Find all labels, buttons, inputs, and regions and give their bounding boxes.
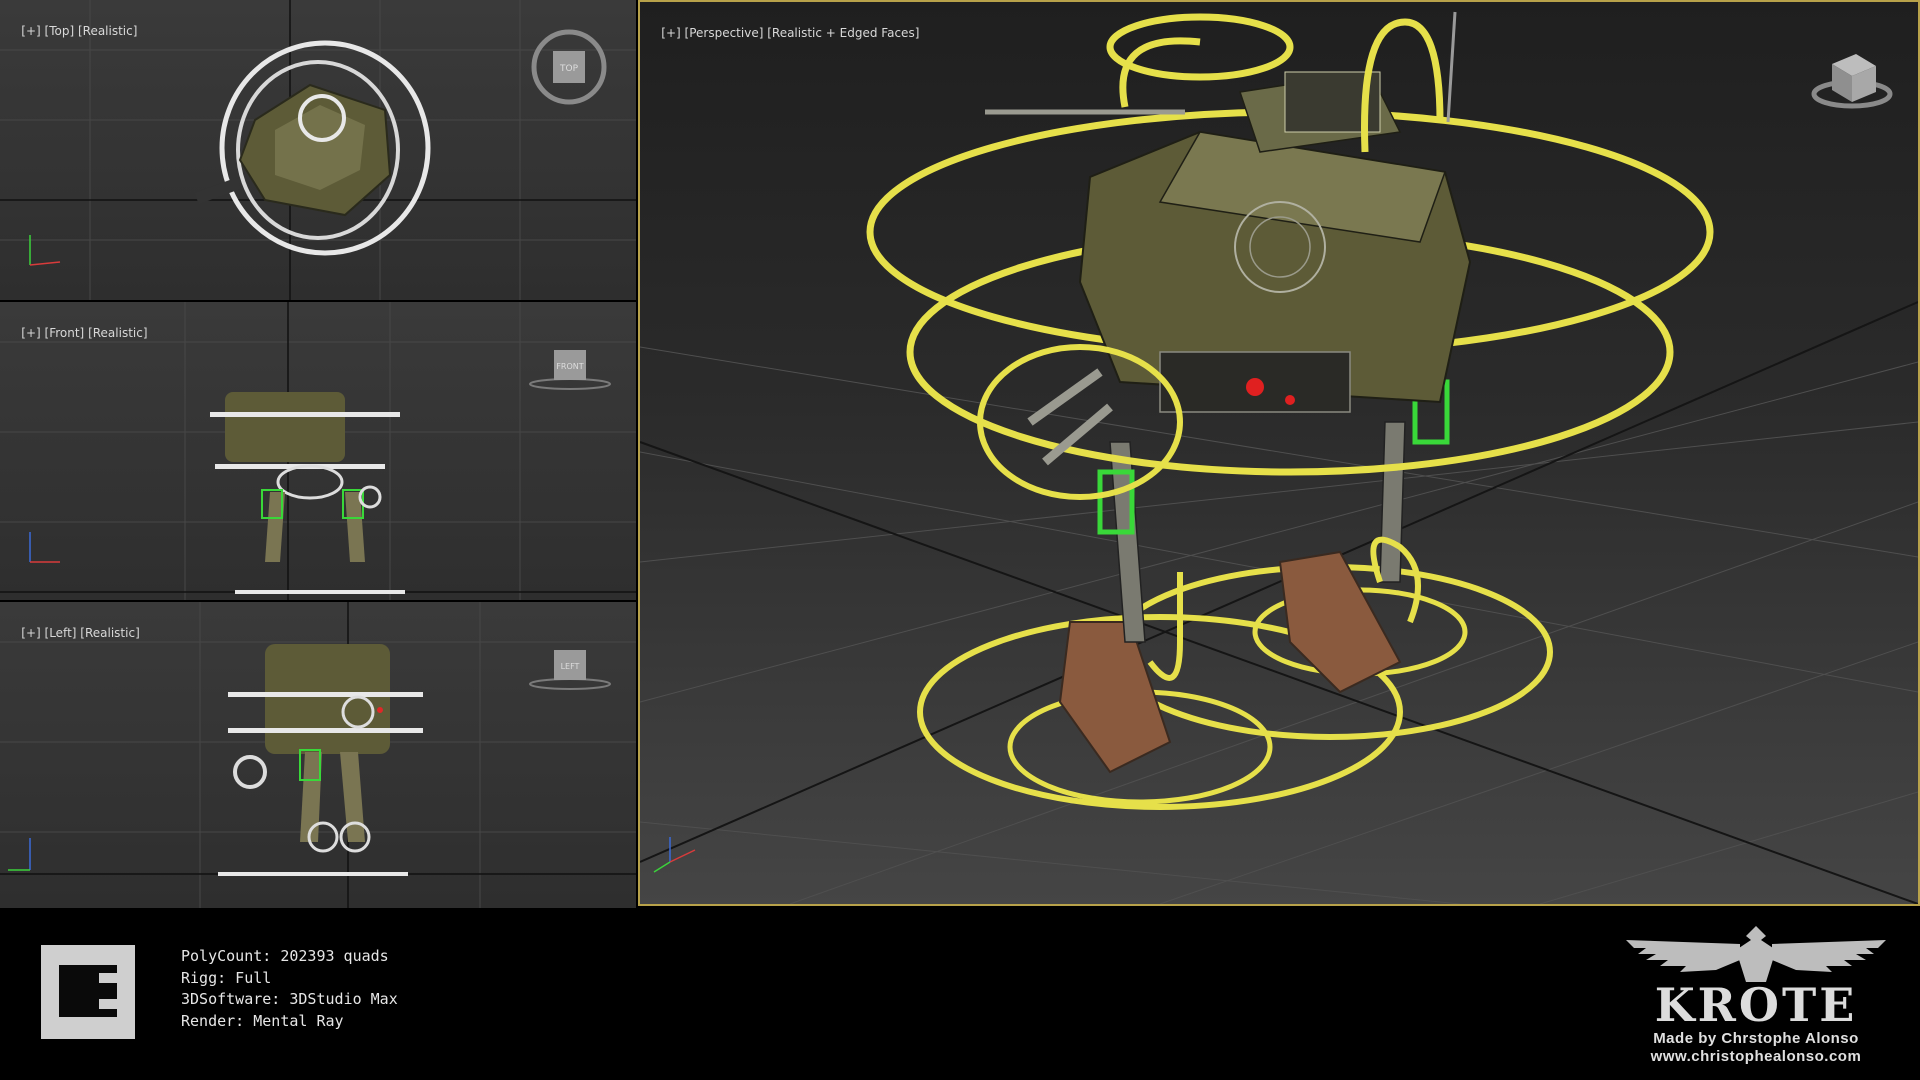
viewport-shading-button[interactable]: [Realistic]	[88, 326, 147, 340]
author-credit: Made by Chrstophe Alonso	[1653, 1030, 1859, 1047]
view-cube-icon[interactable]	[1810, 42, 1894, 114]
viewport-shading-button[interactable]: [Realistic]	[78, 24, 137, 38]
viewport-menu-button[interactable]: [+]	[661, 26, 680, 40]
polycount-text: PolyCount: 202393 quads	[181, 947, 389, 965]
viewport-menu-button[interactable]: [+]	[21, 326, 40, 340]
viewport-view-button[interactable]: [Front]	[45, 326, 85, 340]
viewport-view-button[interactable]: [Top]	[45, 24, 75, 38]
viewport-left-label: [+] [Left] [Realistic]	[6, 612, 140, 654]
viewport-shading-button[interactable]: [Realistic]	[80, 626, 139, 640]
render-text: Render: Mental Ray	[181, 1011, 344, 1030]
view-cube-icon[interactable]: TOP	[530, 28, 608, 106]
axis-tripod-icon	[8, 838, 31, 871]
axis-tripod-icon	[653, 837, 696, 873]
perspective-grid	[640, 346, 1918, 904]
viewport-perspective-canvas	[640, 11, 1918, 904]
viewport-front-label: [+] [Front] [Realistic]	[6, 312, 147, 354]
viewport-menu-button[interactable]: [+]	[21, 626, 40, 640]
author-logo-icon	[41, 945, 135, 1039]
axis-tripod-icon	[29, 532, 60, 563]
view-cube-label: TOP	[559, 64, 579, 74]
viewport-left[interactable]: [+] [Left] [Realistic] LEFT	[0, 602, 636, 908]
viewport-perspective-label: [+] [Perspective] [Realistic + Edged Fac…	[646, 12, 919, 54]
viewport-menu-button[interactable]: [+]	[21, 24, 40, 38]
viewport-view-button[interactable]: [Left]	[45, 626, 77, 640]
brand-block: KROTE Made by Chrstophe Alonso www.chris…	[1616, 920, 1896, 1070]
viewport-perspective[interactable]: [+] [Perspective] [Realistic + Edged Fac…	[638, 0, 1920, 906]
robot-front-model	[210, 392, 405, 594]
viewport-front[interactable]: [+] [Front] [Realistic] FRONT	[0, 302, 636, 600]
author-website-link[interactable]: www.christophealonso.com	[1616, 1048, 1896, 1065]
brand-title: KROTE	[1654, 978, 1858, 1032]
viewport-top[interactable]: [+] [Top] [Realistic] TOP	[0, 0, 636, 300]
view-cube-icon[interactable]: FRONT	[528, 346, 612, 392]
robot-top-model	[194, 40, 431, 256]
view-cube-label: LEFT	[561, 662, 580, 671]
viewport-shading-button[interactable]: [Realistic + Edged Faces]	[767, 26, 919, 40]
robot-perspective-model	[866, 11, 1714, 810]
rig-text: Rigg: Full	[181, 968, 272, 987]
eagle-emblem-icon	[1626, 926, 1886, 982]
viewport-top-label: [+] [Top] [Realistic]	[6, 10, 137, 52]
model-stats: PolyCount: 202393 quads Rigg: Full 3DSof…	[181, 946, 398, 1032]
view-cube-icon[interactable]: LEFT	[528, 646, 612, 692]
viewport-view-button[interactable]: [Perspective]	[685, 26, 764, 40]
view-cube-label: FRONT	[556, 362, 583, 371]
software-text: 3DSoftware: 3DStudio Max	[181, 990, 398, 1008]
robot-left-model	[218, 644, 423, 876]
